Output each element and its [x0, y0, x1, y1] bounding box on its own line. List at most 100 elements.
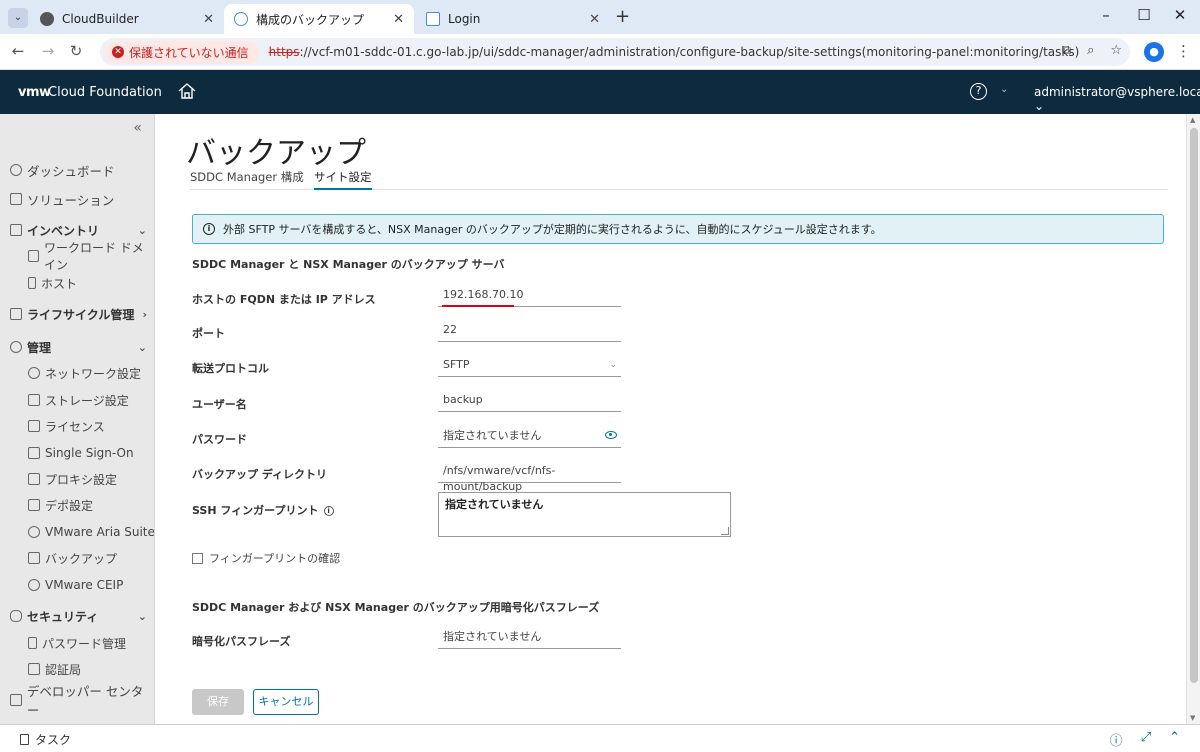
proxy-icon [28, 473, 40, 485]
sso-icon [28, 447, 40, 459]
expand-icon[interactable]: ⤢ [1141, 730, 1151, 749]
sidebar-item-solutions[interactable]: ソリューション [0, 186, 154, 212]
save-button[interactable]: 保存 [192, 689, 244, 715]
insecure-badge[interactable]: ✕ 保護されていない通信 [106, 40, 259, 64]
sidebar-item-network-settings[interactable]: ネットワーク設定 [0, 360, 154, 386]
depot-icon [28, 499, 40, 511]
sidebar-item-security[interactable]: セキュリティ ⌄ [0, 603, 154, 629]
scroll-up-icon[interactable]: ▲ [1190, 116, 1195, 124]
cloud-favicon-icon [234, 12, 248, 26]
vmw-logo: vmw [18, 85, 51, 100]
address-bar[interactable]: ✕ 保護されていない通信 https://vcf-m01-sddc-01.c.g… [100, 38, 1130, 66]
sidebar-item-sso[interactable]: Single Sign-On [0, 440, 154, 466]
host-input[interactable]: 192.168.70.10 [438, 287, 621, 307]
collapse-sidebar-icon[interactable]: « [133, 120, 142, 136]
home-icon[interactable] [176, 80, 198, 102]
sidebar-item-storage-settings[interactable]: ストレージ設定 [0, 387, 154, 413]
zoom-icon[interactable]: ⌕ [1087, 43, 1094, 58]
scroll-thumb[interactable] [1190, 128, 1198, 683]
new-tab-icon[interactable]: + [615, 6, 630, 27]
lifecycle-icon [10, 308, 22, 320]
chevron-right-icon: › [142, 307, 147, 321]
sidebar-item-dashboard[interactable]: ダッシュボード [0, 157, 154, 183]
info-icon: i [203, 223, 215, 235]
chevron-down-icon[interactable]: ⌄ [1000, 84, 1008, 95]
protocol-select[interactable]: SFTP ⌄ [438, 357, 621, 377]
info-icon[interactable]: i [323, 506, 334, 516]
profile-avatar-icon[interactable]: ● [1144, 42, 1164, 62]
translate-icon[interactable]: ⧉ [1062, 43, 1071, 58]
port-input[interactable]: 22 [438, 322, 621, 342]
sidebar-item-administration[interactable]: 管理 ⌄ [0, 334, 154, 360]
maximize-icon[interactable]: ☐ [1134, 6, 1154, 24]
eye-icon[interactable] [605, 431, 617, 439]
license-icon [28, 420, 40, 432]
sidebar: « ダッシュボード ソリューション インベントリ ⌄ ワークロード ドメイン ホス… [0, 114, 155, 724]
collapse-up-icon[interactable]: ⌃ [1169, 730, 1180, 749]
cancel-button[interactable]: キャンセル [253, 689, 319, 715]
user-menu[interactable]: administrator@vsphere.local ⌄ [1034, 85, 1200, 113]
chevron-down-icon: ⌄ [137, 609, 147, 623]
host-icon [28, 277, 36, 289]
ssh-fingerprint-textarea[interactable]: 指定されていません [438, 492, 731, 537]
tasks-toggle[interactable]: タスク [20, 731, 71, 748]
sidebar-item-password-management[interactable]: パスワード管理 [0, 630, 154, 656]
backup-directory-label: バックアップ ディレクトリ [192, 468, 328, 481]
confirm-fingerprint-checkbox[interactable] [192, 552, 203, 564]
sidebar-item-licensing[interactable]: ライセンス [0, 413, 154, 439]
reload-icon[interactable]: ↻ [66, 42, 86, 60]
scroll-down-icon[interactable]: ▼ [1190, 714, 1195, 722]
warning-icon: ✕ [112, 46, 124, 58]
tab-search-chevron-icon[interactable]: ⌄ [8, 8, 28, 28]
sidebar-item-ceip[interactable]: VMware CEIP [0, 572, 154, 598]
forward-arrow-icon[interactable]: → [38, 42, 58, 60]
sidebar-item-lifecycle[interactable]: ライフサイクル管理 › [0, 301, 154, 327]
sidebar-item-developer-center[interactable]: デベロッパー センター [0, 684, 154, 718]
tab-site-settings[interactable]: サイト設定 [314, 170, 372, 190]
chevron-down-icon: ⌄ [609, 360, 617, 370]
sidebar-item-proxy[interactable]: プロキシ設定 [0, 466, 154, 492]
username-input[interactable]: backup [438, 392, 621, 412]
sidebar-item-aria-suite[interactable]: VMware Aria Suite [0, 519, 154, 545]
page-title: バックアップ [186, 136, 366, 171]
sidebar-item-hosts[interactable]: ホスト [0, 270, 154, 296]
backup-server-section-title: SDDC Manager と NSX Manager のバックアップ サーバ [192, 258, 505, 271]
host-label: ホストの FQDN または IP アドレス [192, 293, 376, 306]
bookmark-star-icon[interactable]: ☆ [1110, 43, 1122, 58]
port-label: ポート [192, 327, 225, 340]
close-icon[interactable]: ✕ [393, 12, 404, 27]
sidebar-item-certificate-authority[interactable]: 認証局 [0, 656, 154, 682]
backup-directory-input[interactable]: /nfs/vmware/vcf/nfs-mount/backup [438, 463, 621, 493]
help-icon[interactable]: ⓘ [1110, 730, 1123, 749]
tasks-panel-bar: タスク ⓘ ⤢ ⌃ [0, 724, 1200, 752]
browser-tab-cloudbuilder[interactable]: CloudBuilder ✕ [30, 4, 224, 34]
resize-handle-icon[interactable] [721, 527, 729, 535]
chevron-down-icon: ⌄ [137, 223, 147, 237]
inventory-icon [10, 224, 22, 236]
ssh-fingerprint-label: SSH フィンガープリント i [192, 502, 334, 518]
browser-tab-login[interactable]: Login ✕ [416, 4, 610, 34]
close-icon[interactable]: ✕ [589, 12, 600, 27]
passphrase-input[interactable]: 指定されていません [438, 629, 621, 649]
tab-sddc-manager-config[interactable]: SDDC Manager 構成 [190, 170, 304, 190]
window-close-icon[interactable]: ✕ [1170, 6, 1190, 24]
back-arrow-icon[interactable]: ← [8, 42, 28, 60]
vertical-scrollbar[interactable]: ▲ ▼ [1186, 114, 1200, 724]
sidebar-item-depot[interactable]: デポ設定 [0, 492, 154, 518]
confirm-fingerprint-row[interactable]: フィンガープリントの確認 [192, 550, 340, 566]
network-icon [28, 367, 40, 379]
browser-tab-backup[interactable]: 構成のバックアップ ✕ [224, 4, 414, 34]
minimize-icon[interactable]: – [1096, 6, 1116, 24]
browser-tab-bar: ⌄ CloudBuilder ✕ 構成のバックアップ ✕ Login ✕ + –… [0, 0, 1200, 34]
close-icon[interactable]: ✕ [203, 12, 214, 27]
sidebar-item-backup[interactable]: バックアップ [0, 545, 154, 571]
backup-icon [28, 552, 40, 564]
password-input[interactable]: 指定されていません [438, 428, 621, 448]
solutions-icon [10, 193, 22, 205]
help-icon[interactable]: ? [970, 83, 987, 100]
annotation-underline [442, 305, 514, 307]
tab-label: 構成のバックアップ [256, 12, 365, 27]
browser-menu-icon[interactable]: ⋮ [1176, 42, 1191, 60]
workload-domain-icon [28, 250, 39, 262]
sidebar-item-workload-domain[interactable]: ワークロード ドメイン [0, 241, 154, 272]
